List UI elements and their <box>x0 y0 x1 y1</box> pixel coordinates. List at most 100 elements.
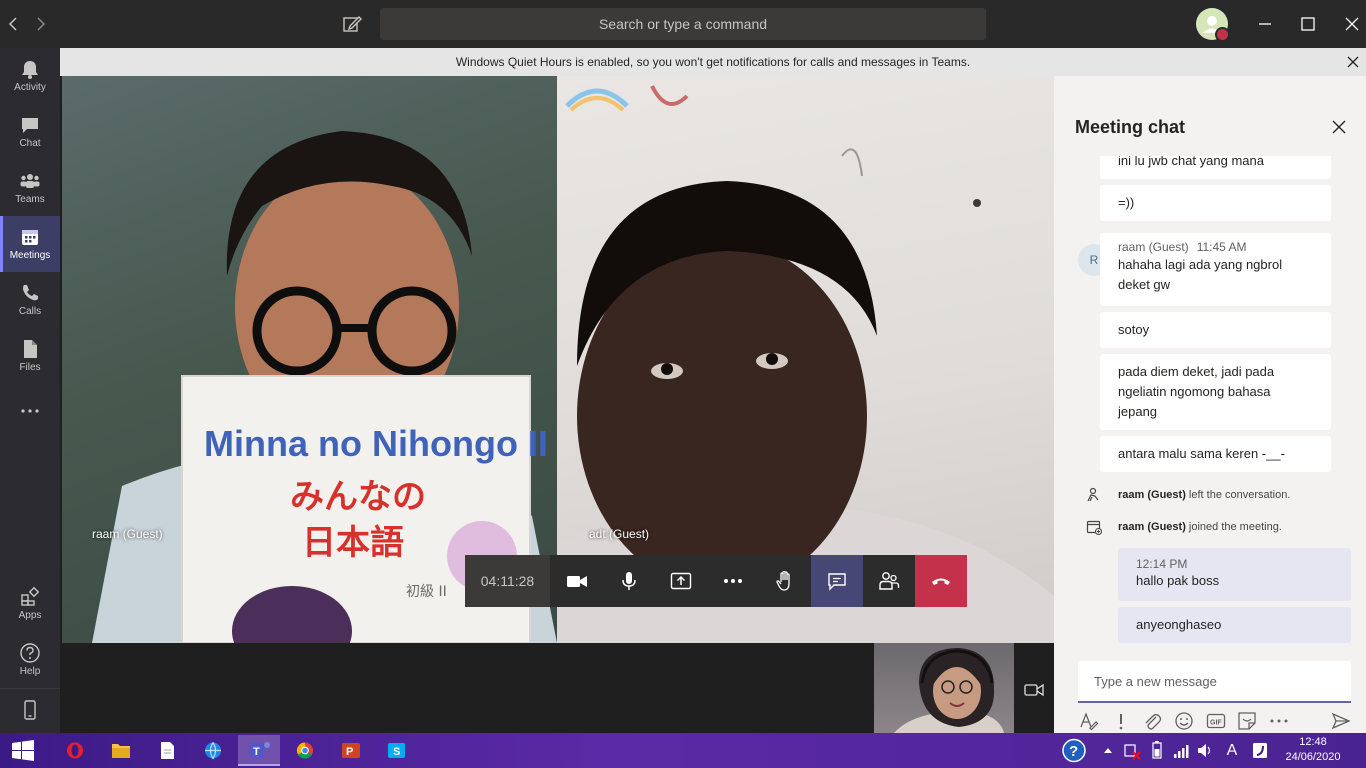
chat-panel-title: Meeting chat <box>1075 117 1186 137</box>
camera-toggle-button[interactable] <box>551 555 603 607</box>
clock-date: 24/06/2020 <box>1285 751 1341 763</box>
attach-icon[interactable] <box>1141 710 1163 732</box>
show-conversation-button[interactable] <box>811 555 863 607</box>
rail-item-mobile[interactable] <box>0 688 60 734</box>
meeting-calendar-icon <box>1086 520 1102 535</box>
profile-avatar[interactable] <box>1196 8 1230 42</box>
mobile-phone-icon <box>24 700 36 720</box>
taskbar-app-skype[interactable]: S <box>376 735 418 766</box>
more-options-icon[interactable] <box>1268 710 1290 732</box>
volume-icon[interactable] <box>1196 738 1214 763</box>
chat-message: pada diem deket, jadi pada ngeliatin ngo… <box>1100 354 1331 430</box>
taskbar-app-chrome[interactable] <box>284 735 326 766</box>
mic-toggle-button[interactable] <box>603 555 655 607</box>
meeting-chat-panel: Meeting chat ini lu jwb chat yang mana =… <box>1054 76 1366 733</box>
back-arrow-icon[interactable] <box>4 14 24 34</box>
rail-item-calls[interactable]: Calls <box>0 272 60 328</box>
file-icon <box>24 340 37 358</box>
tray-app-icon[interactable] <box>1250 738 1270 763</box>
rail-item-apps[interactable]: Apps <box>0 576 60 632</box>
system-message-action: joined the meeting. <box>1185 521 1282 533</box>
video-camera-icon <box>567 576 587 587</box>
video-toggle-icon[interactable] <box>1024 680 1044 700</box>
title-bar: Search or type a command <box>0 0 1366 48</box>
search-input[interactable]: Search or type a command <box>380 8 986 40</box>
meeting-stage: Minna no Nihongo II みんなの 日本語 初級 II raam … <box>60 76 1054 733</box>
help-circle-icon <box>20 643 40 663</box>
teams-logo-icon: T <box>250 742 270 758</box>
taskbar-app-notepad[interactable] <box>146 735 188 766</box>
taskbar-app-explorer[interactable] <box>100 735 142 766</box>
skype-icon: S <box>388 743 405 758</box>
book-title: Minna no Nihongo II <box>204 423 548 464</box>
book-corner: 初級 II <box>406 583 447 600</box>
svg-text:?: ? <box>1069 743 1078 760</box>
rail-item-activity[interactable]: Activity <box>0 48 60 104</box>
share-screen-button[interactable] <box>655 555 707 607</box>
send-icon[interactable] <box>1330 710 1352 732</box>
rail-item-meetings[interactable]: Meetings <box>0 216 60 272</box>
minimize-icon[interactable] <box>1255 14 1275 34</box>
book-subtitle-1: みんなの <box>290 477 426 517</box>
rail-label: Chat <box>19 138 41 149</box>
browser-globe-icon <box>205 742 221 760</box>
maximize-icon[interactable] <box>1298 14 1318 34</box>
message-header: raam (Guest) 11:45 AM <box>1118 233 1313 255</box>
gif-icon[interactable]: GIF <box>1205 710 1227 732</box>
conversation-icon <box>828 573 846 591</box>
new-chat-icon[interactable] <box>341 13 363 35</box>
rail-item-files[interactable]: Files <box>0 328 60 384</box>
format-icon[interactable] <box>1078 710 1100 732</box>
call-controls-bar: 04:11:28 <box>465 555 967 607</box>
rail-item-help[interactable]: Help <box>0 632 60 688</box>
compose-box <box>1078 661 1351 703</box>
important-icon[interactable] <box>1110 710 1132 732</box>
battery-icon[interactable] <box>1148 738 1166 763</box>
forward-arrow-icon[interactable] <box>30 14 50 34</box>
apps-grid-icon <box>21 586 40 606</box>
svg-text:T: T <box>253 746 260 758</box>
rail-label: Teams <box>15 194 45 205</box>
message-input[interactable] <box>1092 673 1336 690</box>
book-subtitle-2: 日本語 <box>302 523 404 563</box>
message-text: sotoy <box>1118 322 1150 337</box>
close-icon[interactable] <box>1344 53 1362 71</box>
help-tray-icon[interactable]: ? <box>1058 738 1090 763</box>
clock-time: 12:48 <box>1299 736 1327 748</box>
start-button[interactable] <box>2 735 44 766</box>
chat-message-list[interactable]: ini lu jwb chat yang mana =)) R raam (Gu… <box>1054 156 1366 646</box>
message-text: pada diem deket, jadi pada ngeliatin ngo… <box>1118 364 1275 419</box>
taskbar-app-powerpoint[interactable]: P <box>330 735 372 766</box>
self-video-preview[interactable] <box>874 643 1014 733</box>
rail-item-chat[interactable]: Chat <box>0 104 60 160</box>
sticker-icon[interactable] <box>1236 710 1258 732</box>
folder-icon <box>112 744 130 758</box>
hang-up-button[interactable] <box>915 555 967 607</box>
rail-item-teams[interactable]: Teams <box>0 160 60 216</box>
rail-label: Apps <box>18 610 42 621</box>
taskbar-app-opera[interactable] <box>54 735 96 766</box>
no-network-icon[interactable] <box>1122 738 1142 763</box>
input-language-indicator[interactable]: A <box>1222 738 1242 763</box>
chat-message: =)) <box>1100 185 1331 221</box>
show-participants-button[interactable] <box>863 555 915 607</box>
close-chat-icon[interactable] <box>1330 118 1348 136</box>
taskbar-app-browser[interactable] <box>192 735 234 766</box>
taskbar-app-teams[interactable]: T <box>238 735 280 766</box>
more-actions-button[interactable] <box>707 555 759 607</box>
teams-people-icon <box>20 174 40 188</box>
emoji-icon[interactable] <box>1173 710 1195 732</box>
opera-icon <box>67 742 83 759</box>
raise-hand-button[interactable] <box>759 555 811 607</box>
more-dots-icon <box>724 579 742 583</box>
close-window-icon[interactable] <box>1342 14 1362 34</box>
chat-bubble-icon <box>22 118 38 133</box>
rail-item-more[interactable] <box>0 384 60 440</box>
bell-icon <box>22 61 38 79</box>
wifi-signal-icon[interactable] <box>1172 738 1190 763</box>
show-hidden-icons-icon[interactable] <box>1100 738 1116 763</box>
presence-busy-indicator <box>1215 27 1230 42</box>
message-timestamp: 11:45 AM <box>1196 240 1247 254</box>
taskbar-clock[interactable]: 12:48 24/06/2020 <box>1278 735 1348 765</box>
message-text: hahaha lagi ada yang ngbrol deket gw <box>1118 257 1283 292</box>
